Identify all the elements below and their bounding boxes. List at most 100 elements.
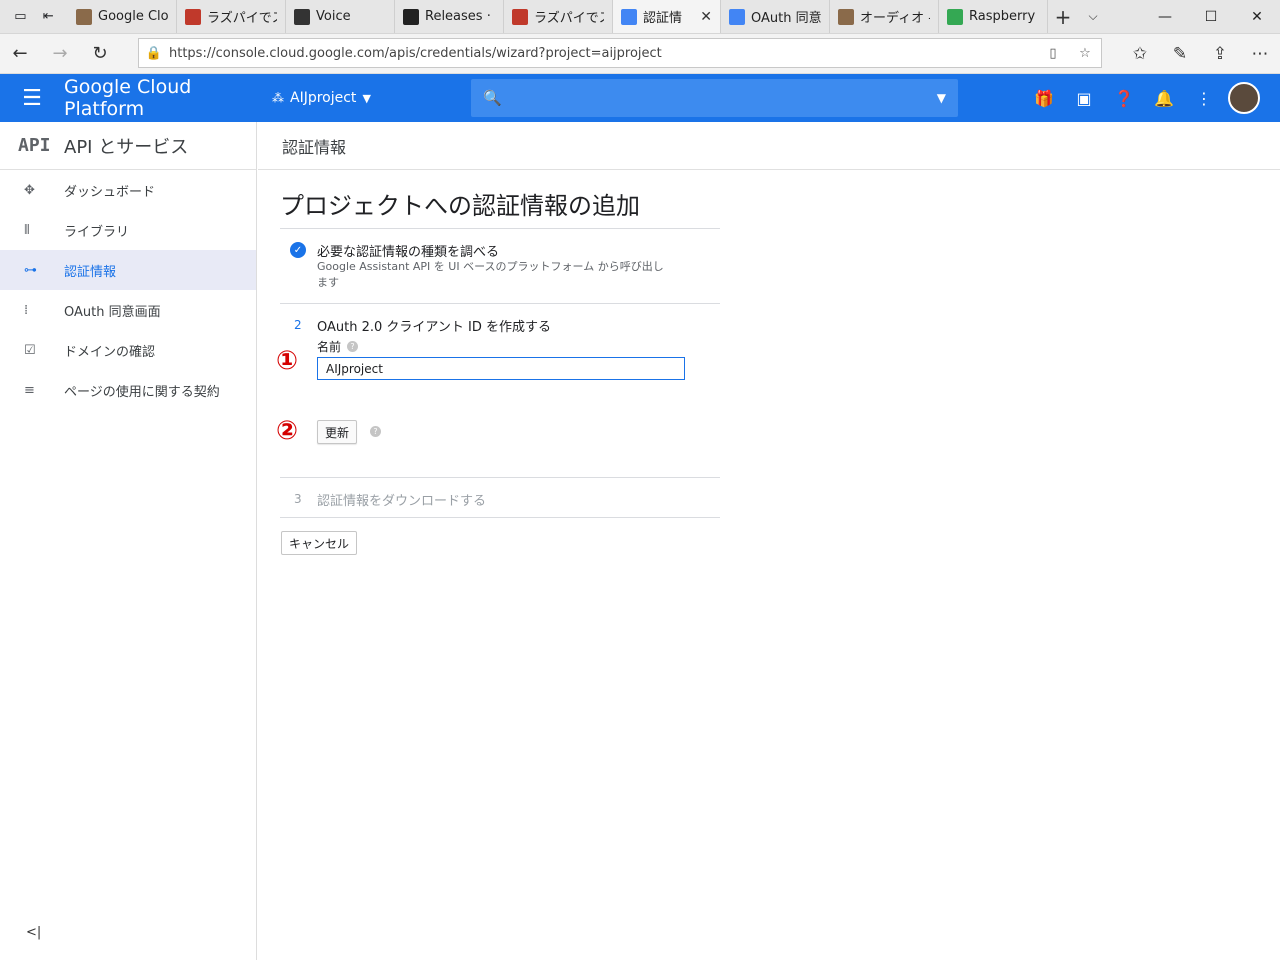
gift-icon[interactable]: 🎁 <box>1024 89 1064 108</box>
help-icon[interactable]: ❓ <box>1104 89 1144 108</box>
browser-tab[interactable]: Raspberry I <box>939 0 1048 33</box>
browser-tab-label: Releases · g <box>425 9 495 24</box>
refresh-icon[interactable]: ↻ <box>80 34 120 74</box>
more-menu-icon[interactable]: ⋯ <box>1240 34 1280 74</box>
browser-tab[interactable]: 認証情 ✕ <box>613 0 721 33</box>
step1-title[interactable]: 必要な認証情報の種類を調べる <box>317 241 499 260</box>
address-bar-row: ← → ↻ 🔒 https://console.cloud.google.com… <box>0 34 1280 74</box>
maximize-icon[interactable]: ☐ <box>1188 0 1234 34</box>
share-icon[interactable]: ⇪ <box>1200 34 1240 74</box>
browser-tab-label: Voice <box>316 9 351 24</box>
pen-notes-icon[interactable]: ✎ <box>1160 34 1200 74</box>
sidebar-item[interactable]: ⊶ 認証情報 <box>0 250 256 290</box>
sidebar-nav: ✥ ダッシュボード ⦀ ライブラリ ⊶ 認証情報 ⁞ OAuth 同意画面 ☑ ドメインの確認 ≡ ペ… <box>0 170 256 410</box>
url-text[interactable]: https://console.cloud.google.com/apis/cr… <box>169 46 1037 61</box>
plus-favicon-icon <box>512 8 528 25</box>
step3-title: 認証情報をダウンロードする <box>317 494 487 509</box>
favorites-icon[interactable]: ✩ <box>1120 34 1160 74</box>
back-icon[interactable]: ← <box>0 34 40 74</box>
page-title: プロジェクトへの認証情報の追加 <box>280 192 640 220</box>
sidebar-item-label: ダッシュボード <box>64 184 156 200</box>
url-field[interactable]: 🔒 https://console.cloud.google.com/apis/… <box>138 38 1102 68</box>
tab-preview-dropdown-icon[interactable]: ⌵ <box>1078 0 1108 33</box>
favorite-star-icon[interactable]: ☆ <box>1069 46 1101 61</box>
browser-tab[interactable]: オーディオ - F <box>830 0 939 33</box>
reading-view-icon[interactable]: ▯ <box>1037 46 1069 61</box>
avatar[interactable] <box>1228 82 1260 114</box>
help-circle-icon[interactable]: ? <box>347 341 359 352</box>
tab-actions: ▭ ⇤ <box>0 0 68 33</box>
cloud-shell-icon[interactable]: ▣ <box>1064 89 1104 108</box>
brand-title[interactable]: Google Cloud Platform <box>64 76 272 120</box>
api-badge: API <box>18 135 51 156</box>
lock-icon: 🔒 <box>145 45 163 61</box>
hamburger-menu-icon[interactable]: ☰ <box>0 86 64 111</box>
update-button[interactable]: 更新 <box>317 420 357 444</box>
new-tab-button[interactable]: + <box>1048 0 1078 33</box>
wizard-step-1: ✓ 必要な認証情報の種類を調べる Google Assistant API を … <box>280 228 720 304</box>
browser-tab[interactable]: OAuth 同意 <box>721 0 830 33</box>
project-icon: ⁂ <box>272 91 284 105</box>
wizard-step-2: 2 OAuth 2.0 クライアント ID を作成する ① 名前 ? ② 更新 … <box>276 303 720 478</box>
browser-tab-label: ラズパイでス <box>534 11 604 26</box>
browser-tab[interactable]: Voice <box>286 0 395 33</box>
notifications-bell-icon[interactable]: 🔔 <box>1144 89 1184 108</box>
wizard-step-3: 3 認証情報をダウンロードする <box>280 477 720 518</box>
chevron-down-icon: ▼ <box>362 91 371 105</box>
browser-tab[interactable]: ラズパイでス <box>177 0 286 33</box>
cancel-button[interactable]: キャンセル <box>281 531 357 555</box>
browser-tab[interactable]: Google Clo <box>68 0 177 33</box>
browser-tab-bar: ▭ ⇤ Google Clo ラズパイでス Voice Releases · g ラズパ… <box>0 0 1280 34</box>
sidebar-title: API とサービス <box>64 136 189 158</box>
forward-icon[interactable]: → <box>40 34 80 74</box>
browser-tab-label: オーディオ - F <box>860 11 930 26</box>
sidebar-item-label: OAuth 同意画面 <box>64 304 161 320</box>
step1-description: Google Assistant API を UI ベースのプラットフォーム か… <box>317 260 664 289</box>
annotation-marker-2: ② <box>276 416 299 446</box>
sidebar-item[interactable]: ⦀ ライブラリ <box>0 210 256 250</box>
close-tab-icon[interactable]: ✕ <box>700 9 712 25</box>
client-name-input[interactable] <box>317 357 685 380</box>
domain-check-icon: ☑ <box>24 342 36 358</box>
browser-tab[interactable]: Releases · g <box>395 0 504 33</box>
dashboard-icon: ✥ <box>24 182 35 198</box>
key-icon: ⊶ <box>24 262 37 278</box>
minimize-icon[interactable]: — <box>1142 0 1188 34</box>
help-circle-icon[interactable]: ? <box>370 426 381 437</box>
gcp-favicon-icon <box>729 8 745 25</box>
aiy-favicon-icon <box>294 8 310 25</box>
collapse-sidebar-icon[interactable]: <| <box>26 925 41 940</box>
divider <box>280 517 720 518</box>
photo-favicon-icon <box>838 8 854 25</box>
search-bar[interactable]: 🔍 ▼ <box>471 79 958 117</box>
sidebar-item[interactable]: ☑ ドメインの確認 <box>0 330 256 370</box>
gcp-header: ☰ Google Cloud Platform ⁂ AIJproject ▼ 🔍… <box>0 74 1280 122</box>
more-vert-icon[interactable]: ⋮ <box>1184 89 1224 108</box>
step3-number: 3 <box>294 492 302 506</box>
sidebar-item-label: ライブラリ <box>64 224 130 240</box>
browser-tab[interactable]: ラズパイでス <box>504 0 613 33</box>
search-dropdown-icon[interactable]: ▼ <box>937 91 946 105</box>
set-aside-tabs-icon[interactable]: ⇤ <box>43 9 54 24</box>
window-controls: — ☐ ✕ <box>1142 0 1280 34</box>
browser-tab-label: OAuth 同意 <box>751 11 821 26</box>
sidebar-item[interactable]: ✥ ダッシュボード <box>0 170 256 210</box>
project-selector[interactable]: ⁂ AIJproject ▼ <box>272 90 462 106</box>
main-content: 認証情報 プロジェクトへの認証情報の追加 ✓ 必要な認証情報の種類を調べる Go… <box>258 122 1280 960</box>
page-settings-icon: ≡ <box>24 382 35 398</box>
consent-icon: ⁞ <box>24 302 29 318</box>
name-label-text: 名前 <box>317 340 342 354</box>
library-icon: ⦀ <box>24 222 30 238</box>
search-icon: 🔍 <box>483 89 502 107</box>
sidebar-item[interactable]: ≡ ページの使用に関する契約 <box>0 370 256 410</box>
breadcrumb: 認証情報 <box>258 122 1280 170</box>
sidebar-item[interactable]: ⁞ OAuth 同意画面 <box>0 290 256 330</box>
browser-toolbar: ✩ ✎ ⇪ ⋯ <box>1120 34 1280 74</box>
annotation-marker-1: ① <box>276 346 299 376</box>
check-circle-icon: ✓ <box>290 242 306 258</box>
raspberry-favicon-icon <box>947 8 963 25</box>
github-favicon-icon <box>403 8 419 25</box>
browser-tab-label: ラズパイでス <box>207 11 277 26</box>
tab-manager-icon[interactable]: ▭ <box>14 9 26 24</box>
close-window-icon[interactable]: ✕ <box>1234 0 1280 34</box>
